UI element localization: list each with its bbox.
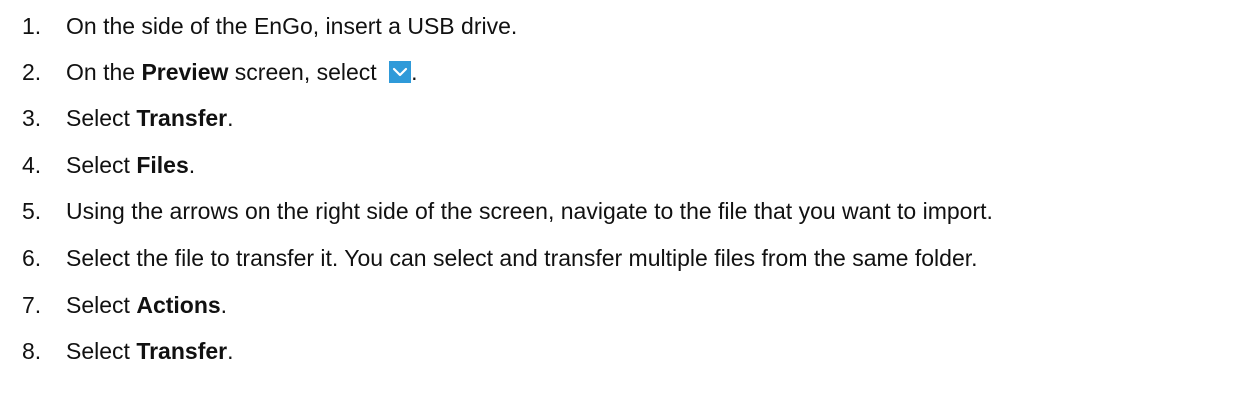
- step-text-content: Select the file to transfer it. You can …: [66, 245, 978, 271]
- step-text: On the side of the EnGo, insert a USB dr…: [66, 6, 517, 46]
- files-label: Files: [136, 152, 189, 178]
- step-text-post: .: [411, 59, 418, 85]
- step-number: 8.: [22, 338, 42, 364]
- step-text-mid: screen, select: [228, 59, 384, 85]
- step-text-content: On the side of the EnGo, insert a USB dr…: [66, 13, 518, 39]
- step-text: Select Files .: [66, 145, 195, 185]
- step-text-post: .: [188, 152, 196, 178]
- actions-label: Actions: [136, 292, 221, 318]
- step-text-pre: Select: [66, 152, 137, 178]
- step-number: 6.: [22, 245, 42, 271]
- step-text: Using the arrows on the right side of th…: [66, 191, 993, 231]
- step-number: 4.: [22, 152, 42, 178]
- step-text-pre: Select: [66, 338, 137, 364]
- step-text-post: .: [220, 292, 228, 318]
- step-text-content: Using the arrows on the right side of th…: [66, 198, 993, 224]
- step-number: 7.: [22, 292, 42, 318]
- step-text: Select Actions .: [66, 285, 227, 325]
- step-text-pre: Select: [66, 292, 137, 318]
- step-number: 1.: [22, 13, 42, 39]
- transfer-label: Transfer: [136, 338, 228, 364]
- transfer-label: Transfer: [136, 105, 228, 131]
- step-text: On the Preview screen, select .: [66, 52, 417, 92]
- chevron-down-icon: [389, 61, 412, 83]
- step-text: Select Transfer .: [66, 98, 233, 138]
- step-number: 3.: [22, 105, 42, 131]
- step-text-pre: Select: [66, 105, 137, 131]
- step-number: 5.: [22, 198, 42, 224]
- step-text-post: .: [227, 105, 234, 131]
- preview-label: Preview: [141, 59, 229, 85]
- step-text: Select Transfer .: [66, 331, 233, 371]
- step-text-pre: On the: [66, 59, 142, 85]
- step-number: 2.: [22, 59, 42, 85]
- step-text-post: .: [227, 338, 234, 364]
- step-text: Select the file to transfer it. You can …: [66, 238, 978, 278]
